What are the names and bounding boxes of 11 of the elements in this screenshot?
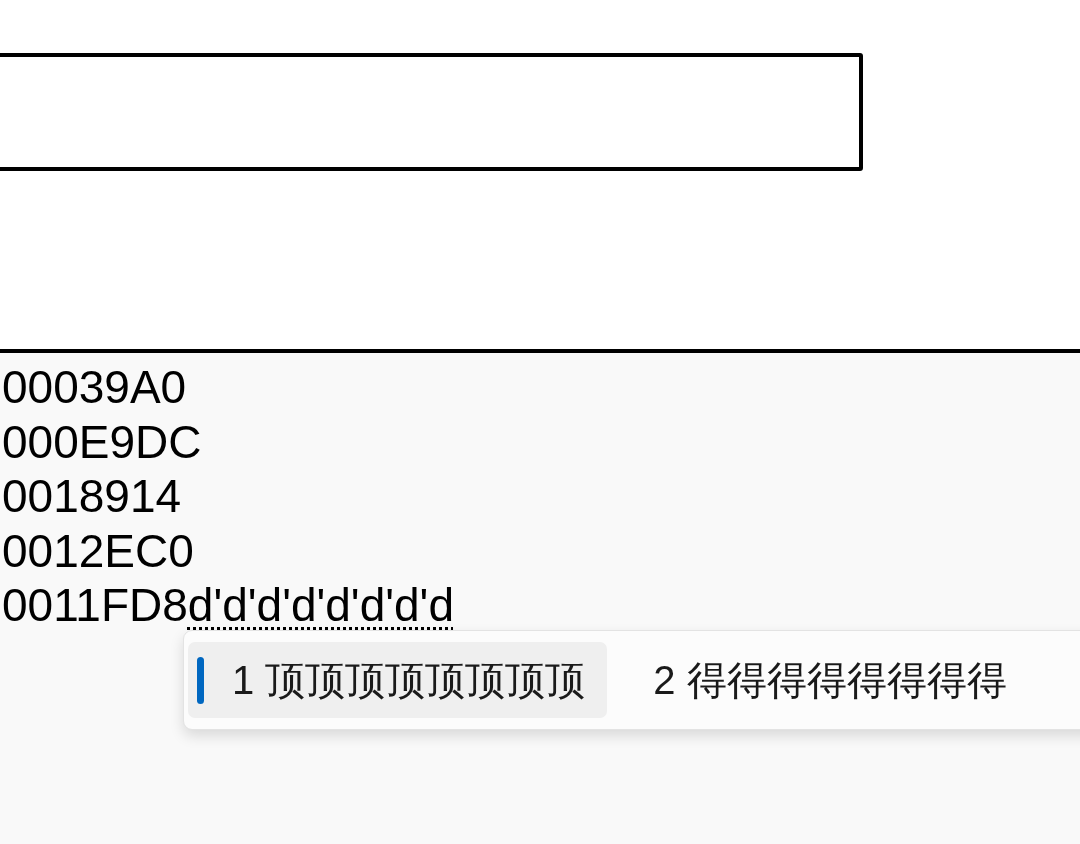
text-line: 0012EC0 [2,524,194,577]
composition-text: d'd'd'd'd'd'd'd [187,579,454,631]
text-line: 000E9DC [2,415,202,468]
candidate-item[interactable]: 2 得得得得得得得得 [609,642,1029,718]
text-line: 0011FD8 [2,579,188,631]
text-line: 00039A0 [2,361,187,413]
text-line: 0018914 [2,470,182,522]
candidate-item[interactable]: 1 顶顶顶顶顶顶顶顶 [188,642,608,718]
text-input-field[interactable] [0,53,863,171]
text-area[interactable]: 00039A0 000E9DC 0018914 0012EC0 0011FD8d'd'd'd'd'd'd'd 1 顶顶顶顶顶顶顶顶 2 得得得得得得得得 [0,349,1080,844]
selection-bar-icon [197,657,204,704]
